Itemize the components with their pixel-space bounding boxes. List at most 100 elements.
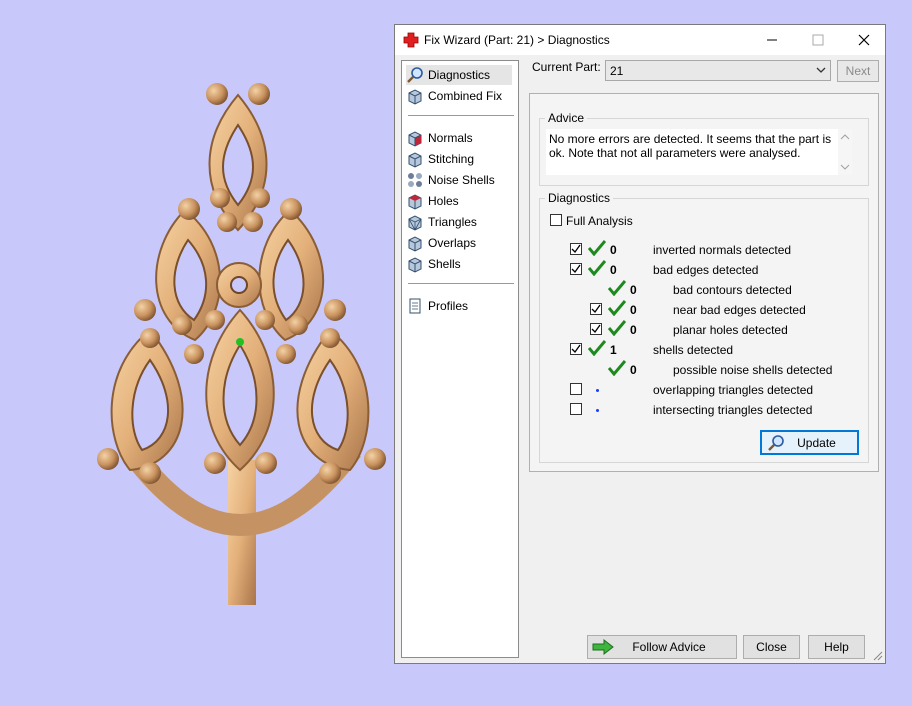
pending-dot-icon <box>596 389 599 392</box>
minimize-button[interactable] <box>749 25 795 55</box>
diagnostic-label: shells detected <box>653 343 734 357</box>
current-part-label: Current Part: <box>532 60 601 74</box>
cube-icon <box>408 89 422 105</box>
row-checkbox[interactable] <box>590 303 602 315</box>
nav-item-label: Normals <box>428 131 473 145</box>
nav-item-combined-fix[interactable]: Combined Fix <box>406 86 512 106</box>
nav-item-normals[interactable]: Normals <box>406 128 512 148</box>
title-bar[interactable]: Fix Wizard (Part: 21) > Diagnostics <box>395 25 885 55</box>
triangles-cube-icon <box>408 215 422 231</box>
diagnostic-label: planar holes detected <box>673 323 788 337</box>
advice-text: No more errors are detected. It seems th… <box>549 132 832 160</box>
diagnostic-label: intersecting triangles detected <box>653 403 813 417</box>
wizard-content-panel: Advice No more errors are detected. It s… <box>529 93 879 472</box>
nav-item-label: Stitching <box>428 152 475 166</box>
checkmark-icon <box>591 304 601 314</box>
row-checkbox[interactable] <box>570 383 582 395</box>
update-button[interactable]: Update <box>760 430 859 455</box>
close-window-button[interactable] <box>841 25 887 55</box>
resize-grip-icon[interactable] <box>873 651 883 661</box>
diagnostic-count: 1 <box>610 343 617 357</box>
green-check-icon <box>608 320 626 336</box>
row-checkbox[interactable] <box>590 323 602 335</box>
diagnostic-label: bad edges detected <box>653 263 759 277</box>
diagnostic-label: near bad edges detected <box>673 303 806 317</box>
update-label: Update <box>797 435 836 450</box>
checkmark-icon <box>571 244 581 254</box>
full-analysis-label: Full Analysis <box>566 214 633 228</box>
nav-item-holes[interactable]: Holes <box>406 191 512 211</box>
diagnostic-label: overlapping triangles detected <box>653 383 814 397</box>
advice-title: Advice <box>545 111 588 125</box>
row-checkbox[interactable] <box>570 343 582 355</box>
current-part-value: 21 <box>610 64 624 78</box>
diagnostic-count: 0 <box>610 263 617 277</box>
chevron-down-icon <box>816 67 826 73</box>
nav-item-stitching[interactable]: Stitching <box>406 149 512 169</box>
nav-divider <box>408 115 514 116</box>
nav-item-profiles[interactable]: Profiles <box>406 296 512 316</box>
fix-wizard-window: Fix Wizard (Part: 21) > Diagnostics Diag… <box>394 24 886 664</box>
magnifier-icon <box>768 435 784 451</box>
checkmark-icon <box>571 264 581 274</box>
diagnostic-count: 0 <box>630 283 637 297</box>
follow-advice-button[interactable]: Follow Advice <box>587 635 737 659</box>
nav-item-label: Shells <box>428 257 461 271</box>
window-title: Fix Wizard (Part: 21) > Diagnostics <box>424 33 610 47</box>
maximize-icon <box>812 34 824 46</box>
normals-cube-icon <box>408 131 422 147</box>
nav-item-diagnostics[interactable]: Diagnostics <box>406 65 512 85</box>
holes-cube-icon <box>408 194 422 210</box>
advice-group: Advice No more errors are detected. It s… <box>539 111 869 186</box>
diagnostic-count: 0 <box>630 303 637 317</box>
advice-scrollbar[interactable] <box>838 129 852 175</box>
checkmark-icon <box>571 344 581 354</box>
magnifier-icon <box>407 67 423 83</box>
diagnostics-group: Diagnostics Full Analysis 0 inverted nor… <box>539 191 869 463</box>
nav-item-overlaps[interactable]: Overlaps <box>406 233 512 253</box>
full-analysis-checkbox[interactable] <box>550 214 562 226</box>
help-button[interactable]: Help <box>808 635 865 659</box>
current-part-select[interactable]: 21 <box>605 60 831 81</box>
green-check-icon <box>588 340 606 356</box>
red-cross-icon <box>403 32 419 48</box>
shells-cube-icon <box>408 257 422 273</box>
nav-item-label: Holes <box>428 194 459 208</box>
green-check-icon <box>588 260 606 276</box>
green-check-icon <box>608 300 626 316</box>
nav-item-shells[interactable]: Shells <box>406 254 512 274</box>
nav-item-label: Profiles <box>428 299 469 313</box>
pending-dot-icon <box>596 409 599 412</box>
nav-item-label: Combined Fix <box>428 89 503 103</box>
diagnostic-label: bad contours detected <box>673 283 792 297</box>
diagnostic-label: inverted normals detected <box>653 243 792 257</box>
nav-item-label: Diagnostics <box>428 68 491 82</box>
checkmark-icon <box>591 324 601 334</box>
close-button[interactable]: Close <box>743 635 800 659</box>
green-check-icon <box>608 360 626 376</box>
noise-shells-icon <box>408 173 422 187</box>
nav-item-noise-shells[interactable]: Noise Shells <box>406 170 512 190</box>
jewelry-pendant-model[interactable] <box>90 70 400 615</box>
row-checkbox[interactable] <box>570 243 582 255</box>
profiles-doc-icon <box>409 298 421 314</box>
nav-item-label: Noise Shells <box>428 173 495 187</box>
diagnostics-title: Diagnostics <box>545 191 614 205</box>
advice-textbox[interactable]: No more errors are detected. It seems th… <box>546 129 852 175</box>
close-icon <box>858 34 870 46</box>
next-button[interactable]: Next <box>837 60 879 82</box>
follow-advice-label: Follow Advice <box>632 640 706 654</box>
row-checkbox[interactable] <box>570 403 582 415</box>
green-check-icon <box>588 240 606 256</box>
maximize-button[interactable] <box>795 25 841 55</box>
minimize-icon <box>767 39 777 41</box>
overlaps-cube-icon <box>408 236 422 252</box>
row-checkbox[interactable] <box>570 263 582 275</box>
nav-item-label: Triangles <box>428 215 477 229</box>
nav-item-triangles[interactable]: Triangles <box>406 212 512 232</box>
wizard-nav-list: Diagnostics Combined Fix Normals Stitchi… <box>401 60 519 658</box>
diagnostic-count: 0 <box>630 363 637 377</box>
nav-item-label: Overlaps <box>428 236 477 250</box>
green-arrow-icon <box>592 639 614 655</box>
green-check-icon <box>608 280 626 296</box>
